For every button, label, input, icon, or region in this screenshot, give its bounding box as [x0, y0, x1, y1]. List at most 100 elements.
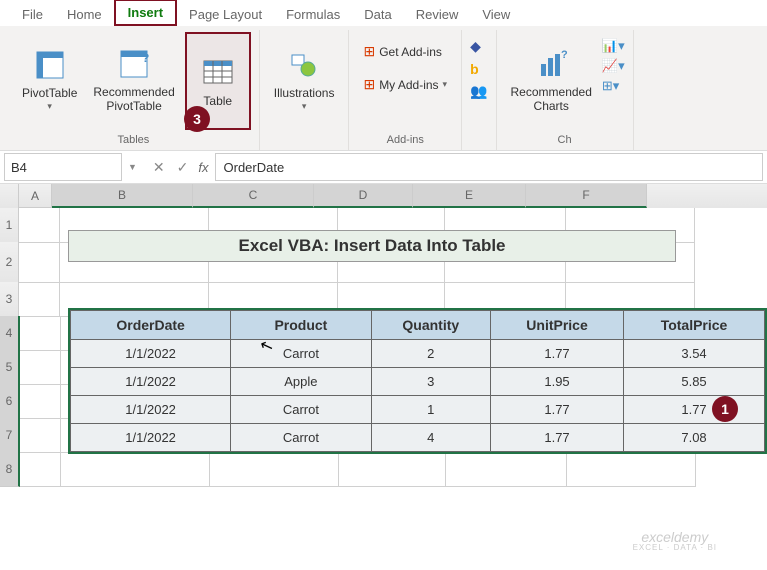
store-icon: ⊞ — [363, 43, 375, 60]
chart-type-icon[interactable]: 📊▾ — [602, 38, 625, 54]
watermark: exceldemy EXCEL · DATA · BI — [633, 530, 717, 552]
cell[interactable] — [61, 452, 210, 487]
row-header-4[interactable]: 4 — [0, 316, 20, 351]
cancel-icon[interactable]: ✕ — [153, 159, 165, 176]
table-cell[interactable]: Carrot — [231, 396, 371, 424]
row-header-8[interactable]: 8 — [0, 452, 20, 487]
pivot-label: PivotTable — [22, 86, 77, 100]
addins-icon: ⊞ — [363, 76, 375, 93]
group-illustrations: Illustrations ▾ — [260, 30, 350, 150]
table-cell[interactable]: 1.95 — [491, 368, 624, 396]
cell[interactable] — [567, 452, 696, 487]
col-header-C[interactable]: C — [193, 184, 314, 208]
chevron-down-icon[interactable]: ▼ — [122, 162, 143, 172]
table-header[interactable]: TotalPrice — [624, 311, 765, 340]
col-header-D[interactable]: D — [314, 184, 413, 208]
sheet-title-cell[interactable]: Excel VBA: Insert Data Into Table — [68, 230, 676, 262]
table-cell[interactable]: 4 — [371, 424, 490, 452]
cell[interactable] — [20, 350, 61, 385]
table-cell[interactable]: 1/1/2022 — [71, 424, 231, 452]
table-cell[interactable]: 1.77 — [491, 396, 624, 424]
col-header-A[interactable]: A — [19, 184, 52, 208]
chart-icon: ? — [535, 45, 567, 83]
cell[interactable] — [19, 208, 60, 243]
cell[interactable] — [20, 384, 61, 419]
cell[interactable] — [20, 316, 61, 351]
pivot-icon — [34, 46, 66, 84]
row-header-5[interactable]: 5 — [0, 350, 20, 385]
recommended-charts-button[interactable]: ? Recommended Charts — [505, 32, 598, 126]
bing-icon[interactable]: b — [470, 61, 479, 77]
tab-home[interactable]: Home — [55, 3, 114, 26]
table-cell[interactable]: Carrot — [231, 340, 371, 368]
cell[interactable] — [339, 452, 446, 487]
row-header-2[interactable]: 2 — [0, 242, 19, 283]
select-all-corner[interactable] — [0, 184, 19, 209]
table-cell[interactable]: 1/1/2022 — [71, 368, 231, 396]
formula-input[interactable]: OrderDate — [215, 153, 763, 181]
table-cell[interactable]: 7.08 — [624, 424, 765, 452]
row-header-3[interactable]: 3 — [0, 282, 19, 317]
table-cell[interactable]: 2 — [371, 340, 490, 368]
pivottable-button[interactable]: PivotTable ▾ — [16, 32, 83, 126]
cell[interactable] — [20, 418, 61, 453]
cell[interactable] — [19, 282, 60, 317]
cell[interactable] — [446, 452, 567, 487]
formula-bar: B4 ▼ ✕ ✓ fx OrderDate — [0, 151, 767, 184]
worksheet[interactable]: ABCDEF 12345678 Excel VBA: Insert Data I… — [0, 184, 767, 486]
illustrations-button[interactable]: Illustrations ▾ — [268, 32, 341, 126]
fx-icon[interactable]: fx — [198, 160, 214, 175]
tab-formulas[interactable]: Formulas — [274, 3, 352, 26]
row-header-7[interactable]: 7 — [0, 418, 20, 453]
get-addins-button[interactable]: ⊞ Get Add-ins — [357, 40, 447, 63]
table-cell[interactable]: 3 — [371, 368, 490, 396]
people-icon[interactable]: 👥 — [470, 83, 487, 100]
table-cell[interactable]: 1.77 — [491, 424, 624, 452]
col-header-F[interactable]: F — [526, 184, 647, 208]
row-header-6[interactable]: 6 — [0, 384, 20, 419]
table-cell[interactable]: Carrot — [231, 424, 371, 452]
table-row[interactable]: 1/1/2022Carrot21.773.54 — [71, 340, 765, 368]
col-header-E[interactable]: E — [413, 184, 526, 208]
tab-data[interactable]: Data — [352, 3, 403, 26]
recommended-pivot-button[interactable]: ? Recommended PivotTable — [87, 32, 180, 126]
my-addins-button[interactable]: ⊞ My Add-ins ▾ — [357, 73, 453, 96]
cell[interactable] — [19, 242, 60, 283]
illustrations-label: Illustrations — [274, 86, 335, 100]
table-cell[interactable]: 1.77 — [491, 340, 624, 368]
name-box[interactable]: B4 — [4, 153, 122, 181]
table-cell[interactable]: 1.77 — [624, 396, 765, 424]
table-header[interactable]: OrderDate — [71, 311, 231, 340]
cell[interactable] — [210, 452, 339, 487]
cell[interactable] — [20, 452, 61, 487]
tab-review[interactable]: Review — [404, 3, 471, 26]
tab-insert[interactable]: Insert — [114, 0, 177, 26]
chart-type-icon[interactable]: 📈▾ — [602, 58, 625, 74]
tab-file[interactable]: File — [10, 3, 55, 26]
table-cell[interactable]: 1/1/2022 — [71, 396, 231, 424]
table-row[interactable]: 1/1/2022Carrot41.777.08 — [71, 424, 765, 452]
group-addins-label: Add-ins — [357, 134, 453, 148]
table-cell[interactable]: 1 — [371, 396, 490, 424]
table-cell[interactable]: Apple — [231, 368, 371, 396]
table-row[interactable]: 1/1/2022Carrot11.771.77 — [71, 396, 765, 424]
col-header-B[interactable]: B — [52, 184, 193, 208]
table-header[interactable]: UnitPrice — [491, 311, 624, 340]
tab-page-layout[interactable]: Page Layout — [177, 3, 274, 26]
table-header[interactable]: Product — [231, 311, 371, 340]
ribbon: PivotTable ▾ ? Recommended PivotTable Ta… — [0, 26, 767, 151]
svg-text:?: ? — [561, 49, 567, 61]
table-row[interactable]: 1/1/2022Apple31.955.85 — [71, 368, 765, 396]
group-tables: PivotTable ▾ ? Recommended PivotTable Ta… — [8, 30, 260, 150]
tab-view[interactable]: View — [470, 3, 522, 26]
visio-icon[interactable]: ◆ — [470, 38, 481, 55]
table-cell[interactable]: 3.54 — [624, 340, 765, 368]
selected-range[interactable]: OrderDateProductQuantityUnitPriceTotalPr… — [68, 308, 767, 454]
table-cell[interactable]: 1/1/2022 — [71, 340, 231, 368]
table-header[interactable]: Quantity — [371, 311, 490, 340]
row-header-1[interactable]: 1 — [0, 208, 19, 243]
chart-type-icon[interactable]: ⊞▾ — [602, 78, 625, 94]
group-illustrations-label — [268, 134, 341, 148]
enter-icon[interactable]: ✓ — [177, 159, 189, 176]
table-cell[interactable]: 5.85 — [624, 368, 765, 396]
